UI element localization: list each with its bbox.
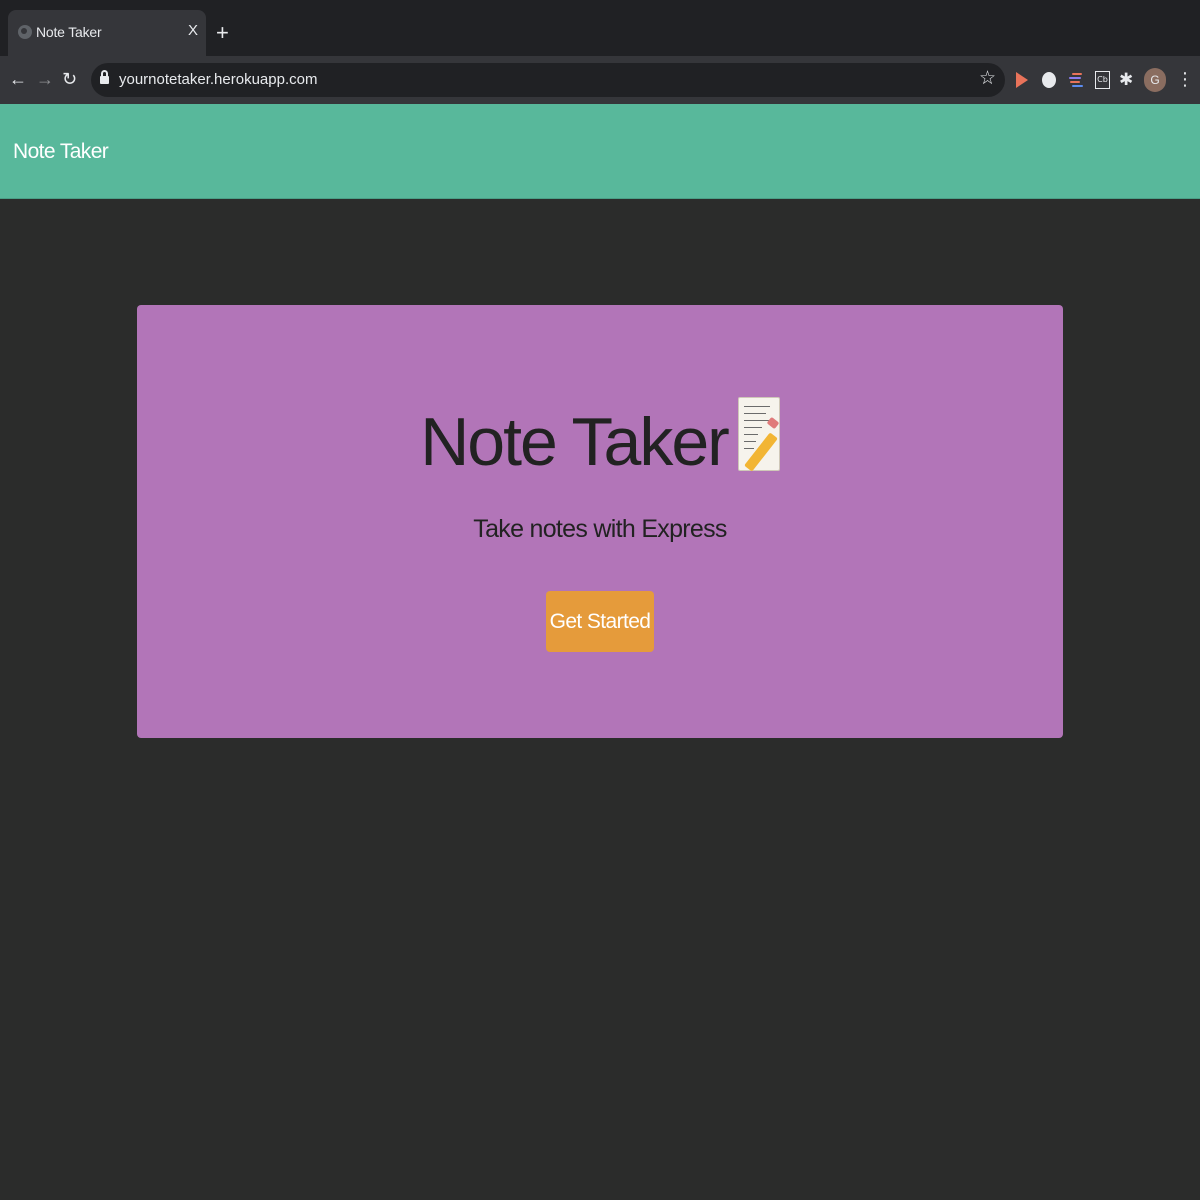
url-text[interactable]: yournotetaker.herokuapp.com bbox=[119, 71, 317, 88]
reload-icon[interactable]: ↻ bbox=[62, 68, 77, 90]
extension-circle-icon[interactable] bbox=[1039, 70, 1059, 90]
site-navbar: Note Taker bbox=[0, 104, 1200, 199]
navbar-brand[interactable]: Note Taker bbox=[13, 140, 109, 164]
bookmark-star-icon[interactable]: ☆ bbox=[979, 68, 996, 90]
browser-toolbar: ← → ↻ yournotetaker.herokuapp.com ☆ Cb ✱… bbox=[0, 56, 1200, 104]
address-bar[interactable]: yournotetaker.herokuapp.com ☆ bbox=[91, 63, 1005, 97]
extensions-puzzle-icon[interactable]: ✱ bbox=[1119, 70, 1139, 90]
hero-jumbotron: Note Taker Take notes with Express Get S… bbox=[137, 305, 1063, 738]
tab-title: Note Taker bbox=[36, 24, 102, 40]
hero-subtitle: Take notes with Express bbox=[473, 515, 727, 543]
close-tab-icon[interactable]: X bbox=[188, 22, 198, 40]
memo-icon bbox=[737, 397, 780, 472]
lock-icon[interactable] bbox=[100, 70, 109, 85]
forward-arrow-icon[interactable]: → bbox=[36, 68, 54, 90]
hero-title-row: Note Taker bbox=[137, 397, 1063, 482]
extension-cb-icon[interactable]: Cb bbox=[1093, 70, 1113, 90]
extension-bars-icon[interactable] bbox=[1066, 70, 1086, 90]
get-started-button[interactable]: Get Started bbox=[546, 591, 654, 652]
new-tab-icon[interactable]: + bbox=[216, 20, 229, 46]
extension-play-icon[interactable] bbox=[1012, 70, 1032, 90]
browser-tab-bar: Note Taker X + bbox=[0, 0, 1200, 56]
profile-avatar[interactable]: G bbox=[1144, 68, 1166, 92]
page-title: Note Taker bbox=[420, 404, 730, 480]
back-arrow-icon[interactable]: ← bbox=[9, 68, 27, 90]
globe-icon bbox=[18, 25, 32, 39]
browser-tab[interactable]: Note Taker X bbox=[8, 10, 206, 56]
kebab-menu-icon[interactable]: ⋮ bbox=[1176, 68, 1194, 90]
